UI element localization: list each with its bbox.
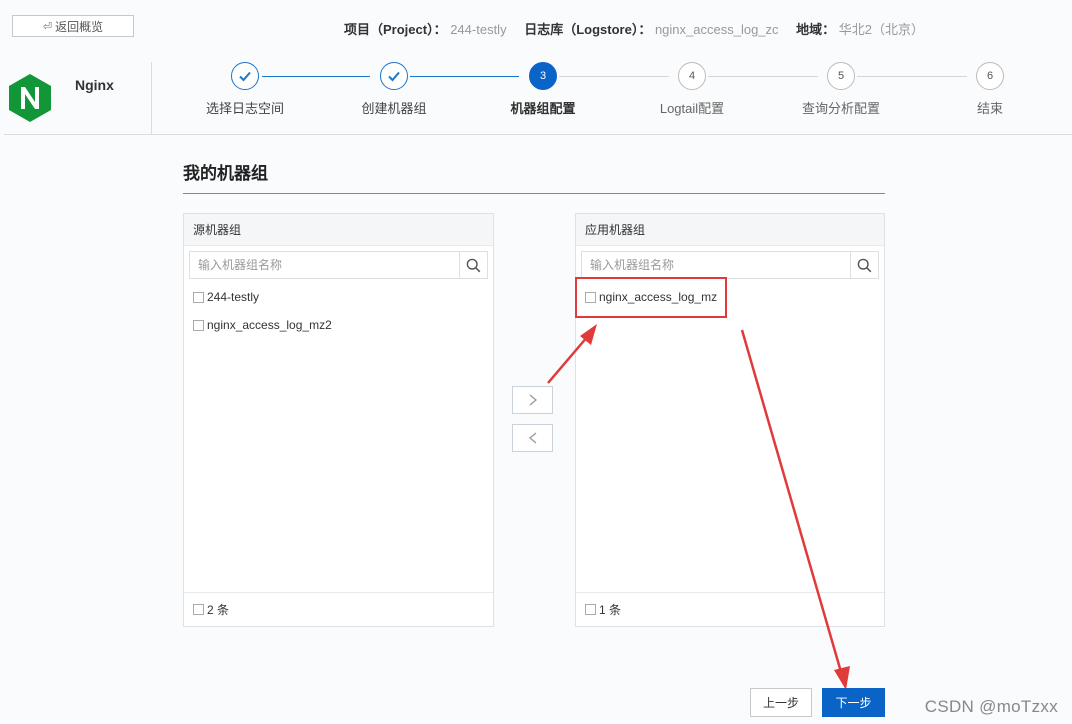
check-icon (388, 71, 400, 82)
checkbox[interactable] (193, 291, 204, 303)
back-to-overview-button[interactable]: ⏎ 返回概览 (12, 15, 134, 37)
chevron-right-icon (529, 394, 537, 406)
step-4-circle: 4 (678, 62, 706, 90)
step-2-label: 创建机器组 (361, 101, 427, 116)
step-4-label: Logtail配置 (659, 101, 725, 116)
step-connector-2 (410, 76, 519, 77)
project-value: 244-testly (450, 22, 507, 37)
list-item[interactable]: 244-testly (193, 289, 259, 305)
list-item-label: nginx_access_log_mz2 (207, 318, 332, 332)
logstore-key: 日志库（Logstore）： (524, 22, 652, 37)
step-6-circle: 6 (976, 62, 1004, 90)
source-count: 2 条 (207, 603, 230, 617)
project-key: 项目（Project）： (344, 22, 447, 37)
list-item-label: nginx_access_log_mz (599, 290, 718, 304)
checkbox[interactable] (193, 319, 204, 331)
region-value: 华北2（北京） (838, 22, 925, 37)
step-5-circle: 5 (827, 62, 855, 90)
checkbox[interactable] (585, 291, 596, 303)
move-left-button[interactable] (512, 424, 553, 452)
search-icon[interactable] (459, 252, 487, 278)
step-2-circle (380, 62, 408, 90)
list-item[interactable]: nginx_access_log_mz (585, 289, 717, 305)
source-panel-title: 源机器组 (184, 214, 493, 246)
step-connector-3 (559, 76, 669, 77)
previous-step-button[interactable]: 上一步 (750, 688, 812, 717)
target-search (581, 251, 879, 279)
list-item-label: 244-testly (207, 290, 260, 304)
step-3-circle: 3 (529, 62, 557, 90)
step-5-label: 查询分析配置 (801, 101, 880, 116)
next-step-button[interactable]: 下一步 (822, 688, 885, 717)
step-1-circle (231, 62, 259, 90)
source-panel-footer: 2 条 (184, 592, 493, 626)
search-icon[interactable] (850, 252, 878, 278)
step-6-label: 结束 (976, 101, 1003, 116)
watermark: CSDN @moTzxx (924, 697, 1058, 716)
target-search-input[interactable] (582, 252, 850, 278)
back-label: 返回概览 (55, 19, 104, 34)
move-right-button[interactable] (512, 386, 553, 414)
target-machine-group-panel: 应用机器组 nginx_access_log_mz 1 条 (575, 213, 885, 627)
target-panel-title: 应用机器组 (576, 214, 884, 246)
app-name: Nginx (75, 77, 114, 93)
step-connector-1 (262, 76, 370, 77)
region-key: 地域： (796, 22, 836, 37)
arrowhead-2 (834, 666, 850, 690)
target-count: 1 条 (599, 603, 622, 617)
select-all-checkbox[interactable] (585, 604, 596, 615)
step-connector-5 (857, 76, 967, 77)
chevron-left-icon (528, 432, 536, 444)
target-panel-footer: 1 条 (576, 592, 884, 626)
source-search-input[interactable] (190, 252, 458, 278)
step-1-label: 选择日志空间 (205, 101, 284, 116)
nginx-logo (9, 74, 51, 122)
list-item[interactable]: nginx_access_log_mz2 (193, 317, 332, 333)
header-divider (4, 134, 1072, 135)
source-search (189, 251, 488, 279)
source-machine-group-panel: 源机器组 244-testly nginx_access_log_mz2 2 条 (183, 213, 494, 627)
select-all-checkbox[interactable] (193, 604, 204, 615)
title-underline (183, 193, 885, 194)
vertical-divider (151, 62, 152, 134)
step-connector-4 (708, 76, 818, 77)
project-meta: 项目（Project）： 244-testly 日志库（Logstore）： n… (344, 19, 938, 38)
logstore-value: nginx_access_log_zc (654, 22, 779, 37)
section-title: 我的机器组 (183, 164, 268, 183)
step-3-label: 机器组配置 (510, 101, 576, 116)
check-icon (239, 71, 251, 82)
back-icon: ⏎ (42, 20, 53, 33)
